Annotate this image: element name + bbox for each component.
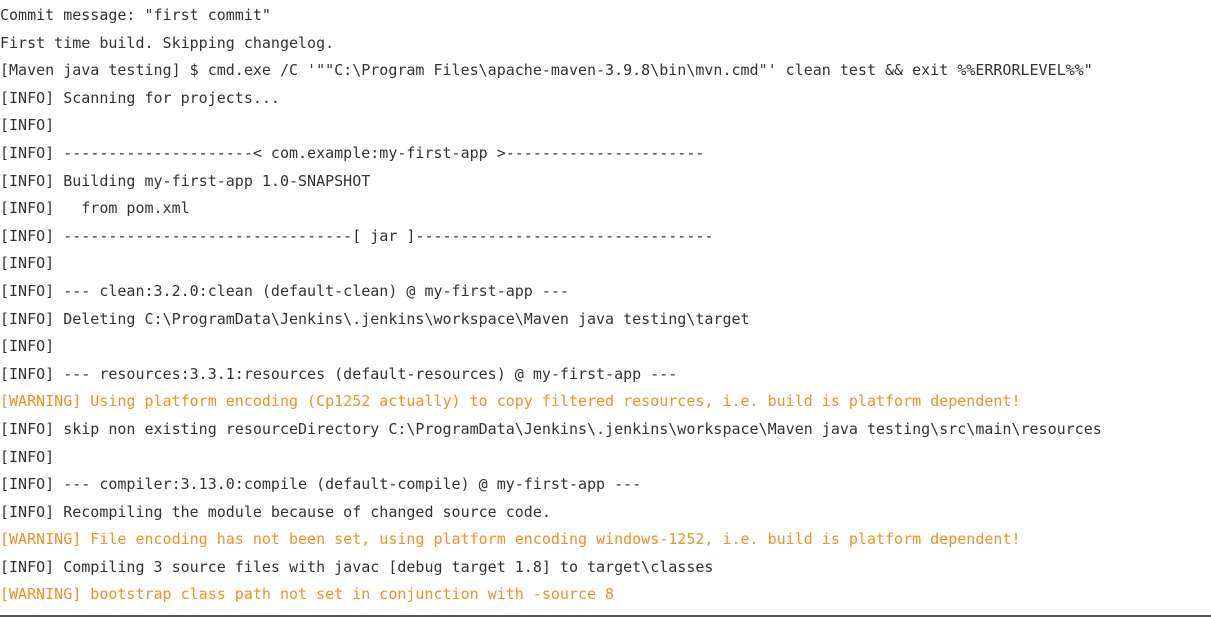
- console-line: [INFO] Deleting C:\ProgramData\Jenkins\.…: [0, 309, 750, 328]
- console-output: Commit message: "first commit" First time…: [0, 2, 1211, 609]
- console-line: [INFO] ---------------------< com.exampl…: [0, 143, 705, 162]
- console-line: [Maven java testing] $ cmd.exe /C '""C:\…: [0, 61, 1093, 80]
- console-line-warning: [WARNING] Using platform encoding (Cp125…: [0, 392, 1021, 411]
- console-line: [INFO]: [0, 447, 55, 466]
- console-line: [INFO] Compiling 3 source files with jav…: [0, 557, 714, 576]
- console-line: [INFO] Scanning for projects...: [0, 88, 280, 107]
- console-line: [INFO] Building my-first-app 1.0-SNAPSHO…: [0, 171, 371, 190]
- console-line-warning: [WARNING] File encoding has not been set…: [0, 530, 1021, 549]
- console-line: [INFO]: [0, 116, 55, 135]
- console-line: First time build. Skipping changelog.: [0, 33, 335, 52]
- console-line: [INFO] from pom.xml: [0, 199, 190, 218]
- console-line: [INFO] skip non existing resourceDirecto…: [0, 419, 1102, 438]
- console-line: [INFO] --- clean:3.2.0:clean (default-cl…: [0, 281, 569, 300]
- console-line: Commit message: "first commit": [0, 6, 271, 24]
- console-line: [INFO] --------------------------------[…: [0, 226, 714, 245]
- console-line: [INFO]: [0, 337, 55, 356]
- console-line: [INFO] Recompiling the module because of…: [0, 502, 551, 521]
- console-line-warning: [WARNING] bootstrap class path not set i…: [0, 585, 615, 604]
- console-line: [INFO] --- resources:3.3.1:resources (de…: [0, 364, 678, 383]
- console-line: [INFO] --- compiler:3.13.0:compile (defa…: [0, 475, 642, 494]
- console-line: [INFO]: [0, 254, 55, 273]
